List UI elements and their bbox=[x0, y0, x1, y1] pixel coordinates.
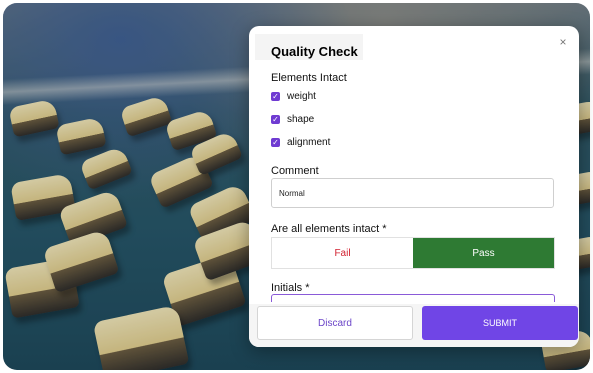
fail-option[interactable]: Fail bbox=[272, 238, 413, 268]
quality-check-dialog: Quality Check × Elements Intact ✓ weight… bbox=[249, 26, 579, 347]
checkmark-icon[interactable]: ✓ bbox=[271, 114, 280, 124]
pass-fail-toggle: Fail Pass bbox=[271, 237, 555, 269]
checkmark-icon[interactable]: ✓ bbox=[271, 137, 280, 147]
checkmark-icon[interactable]: ✓ bbox=[271, 91, 280, 101]
submit-button[interactable]: SUBMIT bbox=[422, 306, 578, 340]
checkbox-label: shape bbox=[287, 113, 315, 125]
all-intact-label: Are all elements intact * bbox=[271, 223, 387, 235]
pass-option[interactable]: Pass bbox=[413, 238, 554, 268]
initials-label: Initials * bbox=[271, 282, 310, 294]
elements-intact-label: Elements Intact bbox=[271, 72, 347, 84]
initials-input[interactable] bbox=[271, 294, 555, 302]
checkbox-label: weight bbox=[287, 90, 316, 102]
dialog-title: Quality Check bbox=[271, 44, 358, 59]
checkbox-label: alignment bbox=[287, 136, 331, 148]
comment-input[interactable] bbox=[271, 178, 554, 208]
comment-label: Comment bbox=[271, 165, 319, 177]
close-icon[interactable]: × bbox=[557, 36, 569, 48]
checkbox-weight[interactable]: ✓ weight bbox=[271, 89, 316, 103]
checkbox-shape[interactable]: ✓ shape bbox=[271, 112, 314, 126]
checkbox-alignment[interactable]: ✓ alignment bbox=[271, 135, 330, 149]
discard-button[interactable]: Discard bbox=[257, 306, 413, 340]
